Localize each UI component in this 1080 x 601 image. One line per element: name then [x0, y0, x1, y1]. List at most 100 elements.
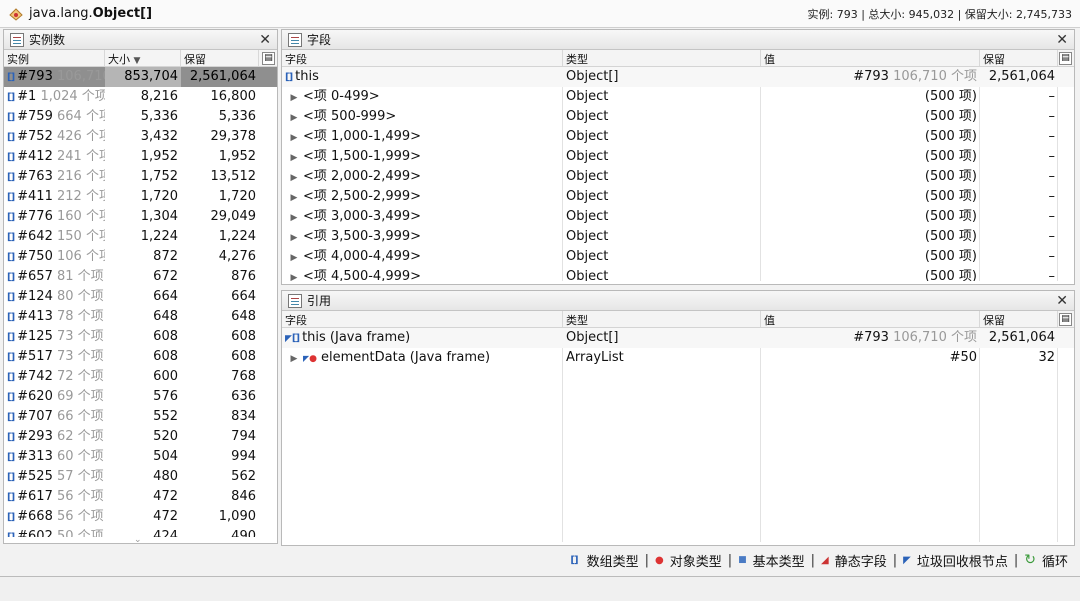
- tree-child-row[interactable]: ▶ <项 1,000-1,499> Object (500 项) –: [282, 127, 1074, 147]
- instance-row[interactable]: [] #525 57 个项 480 562: [4, 467, 277, 487]
- instance-row[interactable]: [] #125 73 个项 608 608: [4, 327, 277, 347]
- close-icon[interactable]: ✕: [1056, 32, 1068, 48]
- instance-row[interactable]: [] #517 73 个项 608 608: [4, 347, 277, 367]
- instance-cell: [] #617 56 个项: [4, 487, 105, 507]
- field-type: Object[]: [566, 330, 619, 345]
- instance-retained: 846: [231, 489, 256, 504]
- close-icon[interactable]: ✕: [259, 32, 271, 48]
- col-type[interactable]: 类型: [563, 311, 761, 327]
- instance-row[interactable]: [] #413 78 个项 648 648: [4, 307, 277, 327]
- col-retained[interactable]: 保留: [980, 50, 1058, 66]
- field-value: #793: [853, 330, 889, 345]
- expand-icon[interactable]: ▶: [285, 349, 303, 368]
- tree-child-row[interactable]: ▶ <项 500-999> Object (500 项) –: [282, 107, 1074, 127]
- instance-row[interactable]: [] #668 56 个项 472 1,090: [4, 507, 277, 527]
- field-name: <项 4,500-4,999>: [303, 269, 422, 281]
- tree-child-row[interactable]: ▶ <项 4,500-4,999> Object (500 项) –: [282, 267, 1074, 281]
- expand-icon[interactable]: ▶: [285, 248, 303, 267]
- instance-row[interactable]: []#776 160 个项 1,304 29,049: [4, 207, 277, 227]
- column-chooser-icon[interactable]: ▤: [1059, 52, 1072, 65]
- instance-size: 1,224: [140, 229, 178, 244]
- close-icon[interactable]: ✕: [1056, 293, 1068, 309]
- tree-root-row[interactable]: ◤[] this (Java frame) Object[] #793 106,710…: [282, 328, 1074, 348]
- instance-row[interactable]: []#411 212 个项 1,720 1,720: [4, 187, 277, 207]
- array-type-icon: []: [7, 532, 15, 537]
- col-type[interactable]: 类型: [563, 50, 761, 66]
- instance-retained: 876: [231, 269, 256, 284]
- instance-id: #620: [17, 389, 53, 404]
- tree-root-row[interactable]: [] this Object[] #793 106,710 个项 2,561,064: [282, 67, 1074, 87]
- instance-row[interactable]: []#750 106 个项 872 4,276: [4, 247, 277, 267]
- expand-icon[interactable]: ▶: [285, 168, 303, 187]
- column-chooser-icon[interactable]: ▤: [1059, 313, 1072, 326]
- instance-cell: []#412 241 个项: [4, 147, 105, 167]
- field-name-cell: ▶ <项 4,500-4,999>: [282, 267, 563, 281]
- instance-row[interactable]: []#763 216 个项 1,752 13,512: [4, 167, 277, 187]
- tree-child-row[interactable]: ▶ <项 2,500-2,999> Object (500 项) –: [282, 187, 1074, 207]
- instance-row[interactable]: [] #707 66 个项 552 834: [4, 407, 277, 427]
- tree-child-row[interactable]: ▶ <项 1,500-1,999> Object (500 项) –: [282, 147, 1074, 167]
- instance-item-count: 56 个项: [57, 489, 104, 504]
- instance-row[interactable]: [] #1 1,024 个项 8,216 16,800: [4, 87, 277, 107]
- fields-panel-title: 字段: [307, 33, 332, 47]
- instance-id: #525: [17, 469, 53, 484]
- instance-row[interactable]: [] #293 62 个项 520 794: [4, 427, 277, 447]
- expand-icon[interactable]: ▶: [285, 208, 303, 227]
- field-type: Object: [566, 229, 609, 244]
- field-type: Object[]: [566, 69, 619, 84]
- field-value: (500 项): [924, 149, 977, 164]
- col-value[interactable]: 值: [761, 311, 980, 327]
- expand-icon[interactable]: ▶: [285, 88, 303, 107]
- instance-item-count: 73 个项: [57, 329, 104, 344]
- instance-row[interactable]: []#759 664 个项 5,336 5,336: [4, 107, 277, 127]
- instance-row[interactable]: [] #313 60 个项 504 994: [4, 447, 277, 467]
- scroll-more-icon[interactable]: ⌄: [134, 535, 142, 543]
- tree-child-row[interactable]: ▶ <项 0-499> Object (500 项) –: [282, 87, 1074, 107]
- col-retained[interactable]: 保留: [181, 50, 259, 66]
- field-name-cell: ▶ <项 1,500-1,999>: [282, 147, 563, 167]
- tree-child-row[interactable]: ▶ <项 3,500-3,999> Object (500 项) –: [282, 227, 1074, 247]
- expand-icon[interactable]: ▶: [285, 188, 303, 207]
- instance-row[interactable]: [] #657 81 个项 672 876: [4, 267, 277, 287]
- instance-row[interactable]: [] #124 80 个项 664 664: [4, 287, 277, 307]
- expand-icon[interactable]: ▶: [285, 108, 303, 127]
- col-field[interactable]: 字段: [282, 50, 563, 66]
- tree-child-row[interactable]: ▶ <项 4,000-4,499> Object (500 项) –: [282, 247, 1074, 267]
- instance-row[interactable]: [] #620 69 个项 576 636: [4, 387, 277, 407]
- instance-row[interactable]: []#642 150 个项 1,224 1,224: [4, 227, 277, 247]
- tree-child-row[interactable]: ▶ <项 3,000-3,499> Object (500 项) –: [282, 207, 1074, 227]
- column-chooser-icon[interactable]: ▤: [262, 52, 275, 65]
- instance-cell: []#793 106,710 个项: [4, 67, 105, 87]
- instance-row[interactable]: []#793 106,710 个项853,704 2,561,064: [4, 67, 277, 87]
- references-panel: 引用 ✕ 字段 类型 值 保留 ▤ ◤[] this (Java frame) Ob…: [281, 290, 1075, 546]
- instance-row[interactable]: [] #617 56 个项 472 846: [4, 487, 277, 507]
- instance-retained: 608: [231, 329, 256, 344]
- instance-id: #668: [17, 509, 53, 524]
- expand-icon[interactable]: ▶: [285, 128, 303, 147]
- instance-size: 1,952: [140, 149, 178, 164]
- legend-bar: [] 数组类型 | ● 对象类型 | ■ 基本类型 | ◢ 静态字段 | ◤ 垃圾回收根节点 | ↻…: [570, 552, 1068, 570]
- field-name-cell: ▶ <项 4,000-4,499>: [282, 247, 563, 267]
- instance-size: 3,432: [140, 129, 178, 144]
- col-retained[interactable]: 保留: [980, 311, 1058, 327]
- field-value-cell: #793 106,710 个项: [761, 67, 980, 87]
- instance-retained: 1,224: [218, 229, 256, 244]
- instance-row[interactable]: []#752 426 个项 3,432 29,378: [4, 127, 277, 147]
- field-name-cell: [] this: [282, 67, 563, 87]
- tree-child-row[interactable]: ▶ ◤● elementData (Java frame) ArrayList #50 3…: [282, 348, 1074, 368]
- instance-id: #517: [17, 349, 53, 364]
- instance-row[interactable]: [] #742 72 个项 600 768: [4, 367, 277, 387]
- expand-icon[interactable]: ▶: [285, 268, 303, 281]
- col-size[interactable]: 大小 ▼: [105, 50, 181, 66]
- instance-row[interactable]: []#412 241 个项 1,952 1,952: [4, 147, 277, 167]
- tree-child-row[interactable]: ▶ <项 2,000-2,499> Object (500 项) –: [282, 167, 1074, 187]
- instance-retained: 1,720: [218, 189, 256, 204]
- instance-cell: []#411 212 个项: [4, 187, 105, 207]
- expand-icon[interactable]: ▶: [285, 148, 303, 167]
- array-type-icon: []: [7, 252, 15, 263]
- expand-icon[interactable]: ▶: [285, 228, 303, 247]
- col-field[interactable]: 字段: [282, 311, 563, 327]
- col-value[interactable]: 值: [761, 50, 980, 66]
- col-instance[interactable]: 实例: [4, 50, 105, 66]
- instance-retained: 13,512: [210, 169, 257, 184]
